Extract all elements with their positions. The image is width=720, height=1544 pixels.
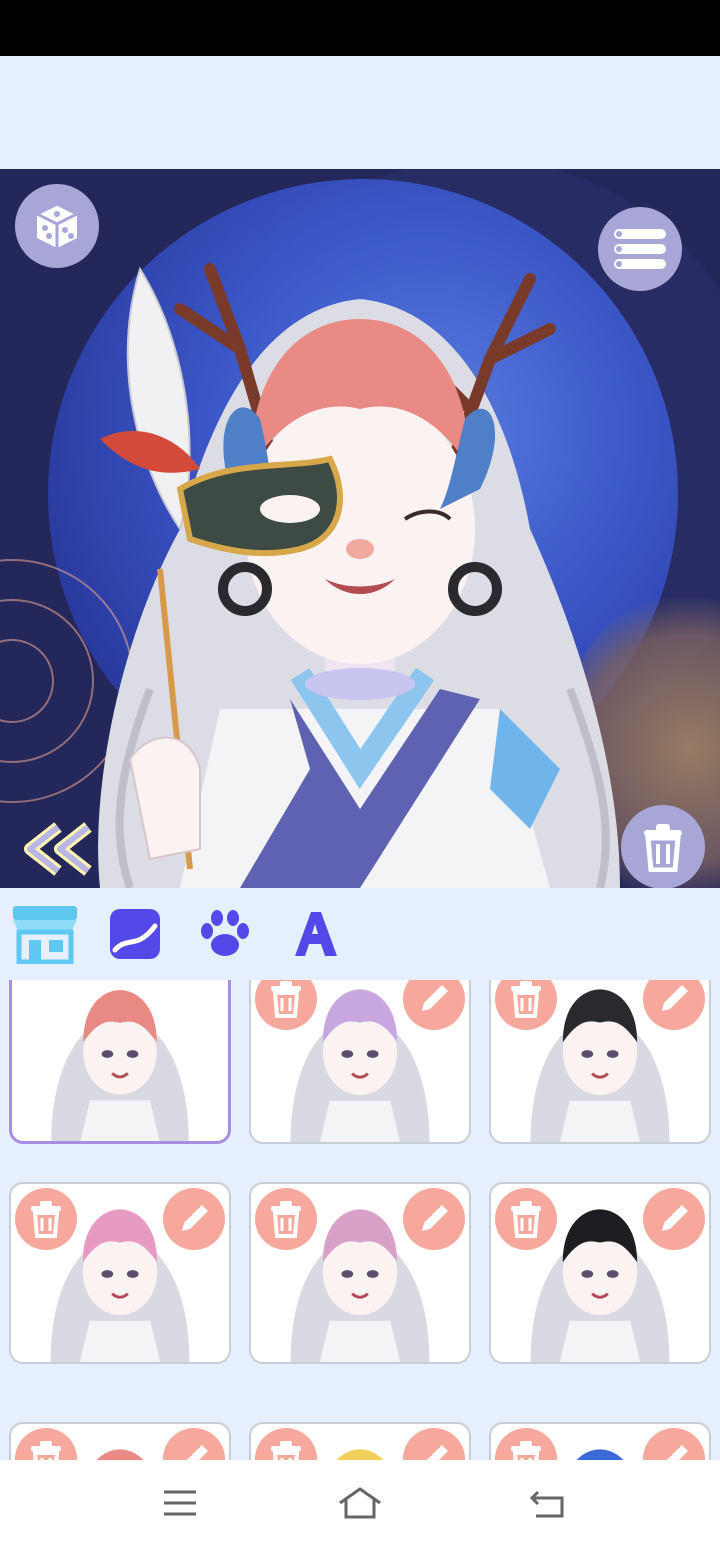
- pencil-icon: [422, 985, 448, 1011]
- tab-background[interactable]: [100, 902, 170, 966]
- saved-character-card[interactable]: [489, 980, 711, 1144]
- character-thumbnail: [51, 990, 189, 1141]
- character-illustration: [98, 263, 621, 888]
- saved-character-card[interactable]: [9, 980, 231, 1144]
- menu-lines-icon: [164, 1490, 196, 1516]
- delete-character-button[interactable]: [255, 1188, 317, 1250]
- pencil-icon: [662, 985, 688, 1011]
- tab-pets[interactable]: [190, 902, 260, 966]
- randomize-button[interactable]: [15, 184, 99, 268]
- trash-icon: [644, 824, 682, 872]
- letter-a-icon: [295, 912, 337, 956]
- home-icon: [339, 1487, 381, 1519]
- tab-shop[interactable]: [10, 902, 80, 966]
- trash-icon: [271, 981, 301, 1018]
- delete-character-button[interactable]: [495, 1188, 557, 1250]
- trash-icon: [511, 981, 541, 1018]
- saved-character-card[interactable]: [249, 1422, 471, 1460]
- system-navigation-bar: [0, 1460, 720, 1544]
- landscape-icon: [110, 909, 160, 959]
- delete-layer-button[interactable]: [621, 805, 705, 888]
- trash-icon: [31, 1441, 61, 1460]
- pencil-icon: [667, 1445, 688, 1460]
- pencil-icon: [662, 1205, 688, 1231]
- back-arrow-icon: [529, 1490, 564, 1518]
- shop-icon: [13, 906, 77, 964]
- character-canvas: [0, 169, 720, 888]
- top-band: [0, 56, 720, 169]
- trash-icon: [511, 1441, 541, 1460]
- pencil-icon: [427, 1445, 448, 1460]
- saved-character-card[interactable]: [489, 1422, 711, 1460]
- recents-button[interactable]: [150, 1478, 210, 1528]
- saved-character-card[interactable]: [249, 1182, 471, 1364]
- menu-button[interactable]: [598, 207, 682, 291]
- saved-characters-grid: [0, 980, 720, 1460]
- status-bar: [0, 0, 720, 56]
- list-icon: [614, 229, 666, 269]
- delete-character-button[interactable]: [15, 1188, 77, 1250]
- pencil-icon: [187, 1445, 208, 1460]
- edit-character-button[interactable]: [643, 1188, 705, 1250]
- pencil-icon: [422, 1205, 448, 1231]
- double-chevron-left-icon: [24, 822, 92, 876]
- saved-character-card[interactable]: [489, 1182, 711, 1364]
- trash-icon: [511, 1201, 541, 1238]
- back-button[interactable]: [518, 1478, 578, 1528]
- pencil-icon: [182, 1205, 208, 1231]
- paw-icon: [201, 910, 249, 956]
- saved-character-card[interactable]: [9, 1182, 231, 1364]
- edit-character-button[interactable]: [163, 1188, 225, 1250]
- trash-icon: [31, 1201, 61, 1238]
- edit-character-button[interactable]: [403, 1188, 465, 1250]
- trash-icon: [271, 1201, 301, 1238]
- tab-text[interactable]: [280, 902, 350, 966]
- saved-character-card[interactable]: [249, 980, 471, 1144]
- back-chevrons-button[interactable]: [18, 821, 98, 877]
- saved-character-card[interactable]: [9, 1422, 231, 1460]
- dice-icon: [33, 202, 81, 248]
- category-tabbar: [0, 888, 720, 981]
- home-button[interactable]: [330, 1478, 390, 1528]
- trash-icon: [271, 1441, 301, 1460]
